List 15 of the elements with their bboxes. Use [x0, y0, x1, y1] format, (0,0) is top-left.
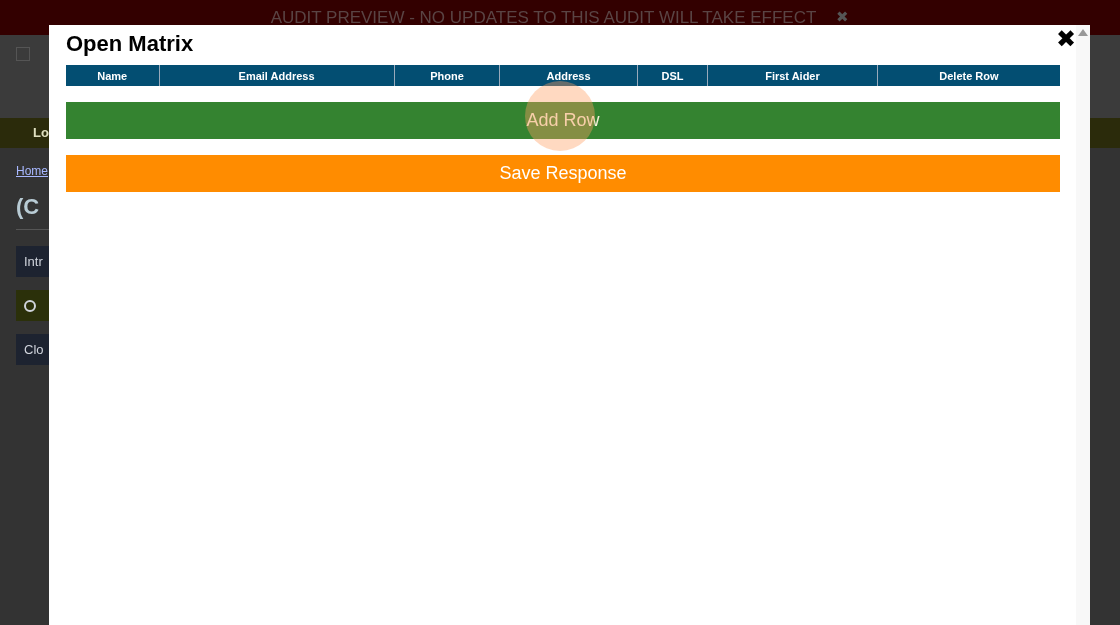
broken-image-icon	[16, 47, 30, 61]
column-header: Email Address	[159, 65, 395, 87]
modal-title: Open Matrix	[66, 31, 195, 58]
nav-link[interactable]: Lo	[33, 123, 49, 143]
column-header: DSL	[637, 65, 708, 87]
column-header: Name	[66, 65, 159, 87]
page-heading: (C	[16, 194, 40, 219]
column-header: Delete Row	[877, 65, 1060, 87]
circle-icon	[24, 299, 36, 312]
column-header: Address	[499, 65, 638, 87]
column-header: First Aider	[707, 65, 878, 87]
breadcrumb-link[interactable]: Home	[16, 164, 48, 178]
banner-text: AUDIT PREVIEW - NO UPDATES TO THIS AUDIT WILL TAKE EFFECT	[270, 6, 817, 29]
close-button[interactable]: ✖	[1056, 27, 1076, 51]
column-header: Phone	[394, 65, 500, 87]
